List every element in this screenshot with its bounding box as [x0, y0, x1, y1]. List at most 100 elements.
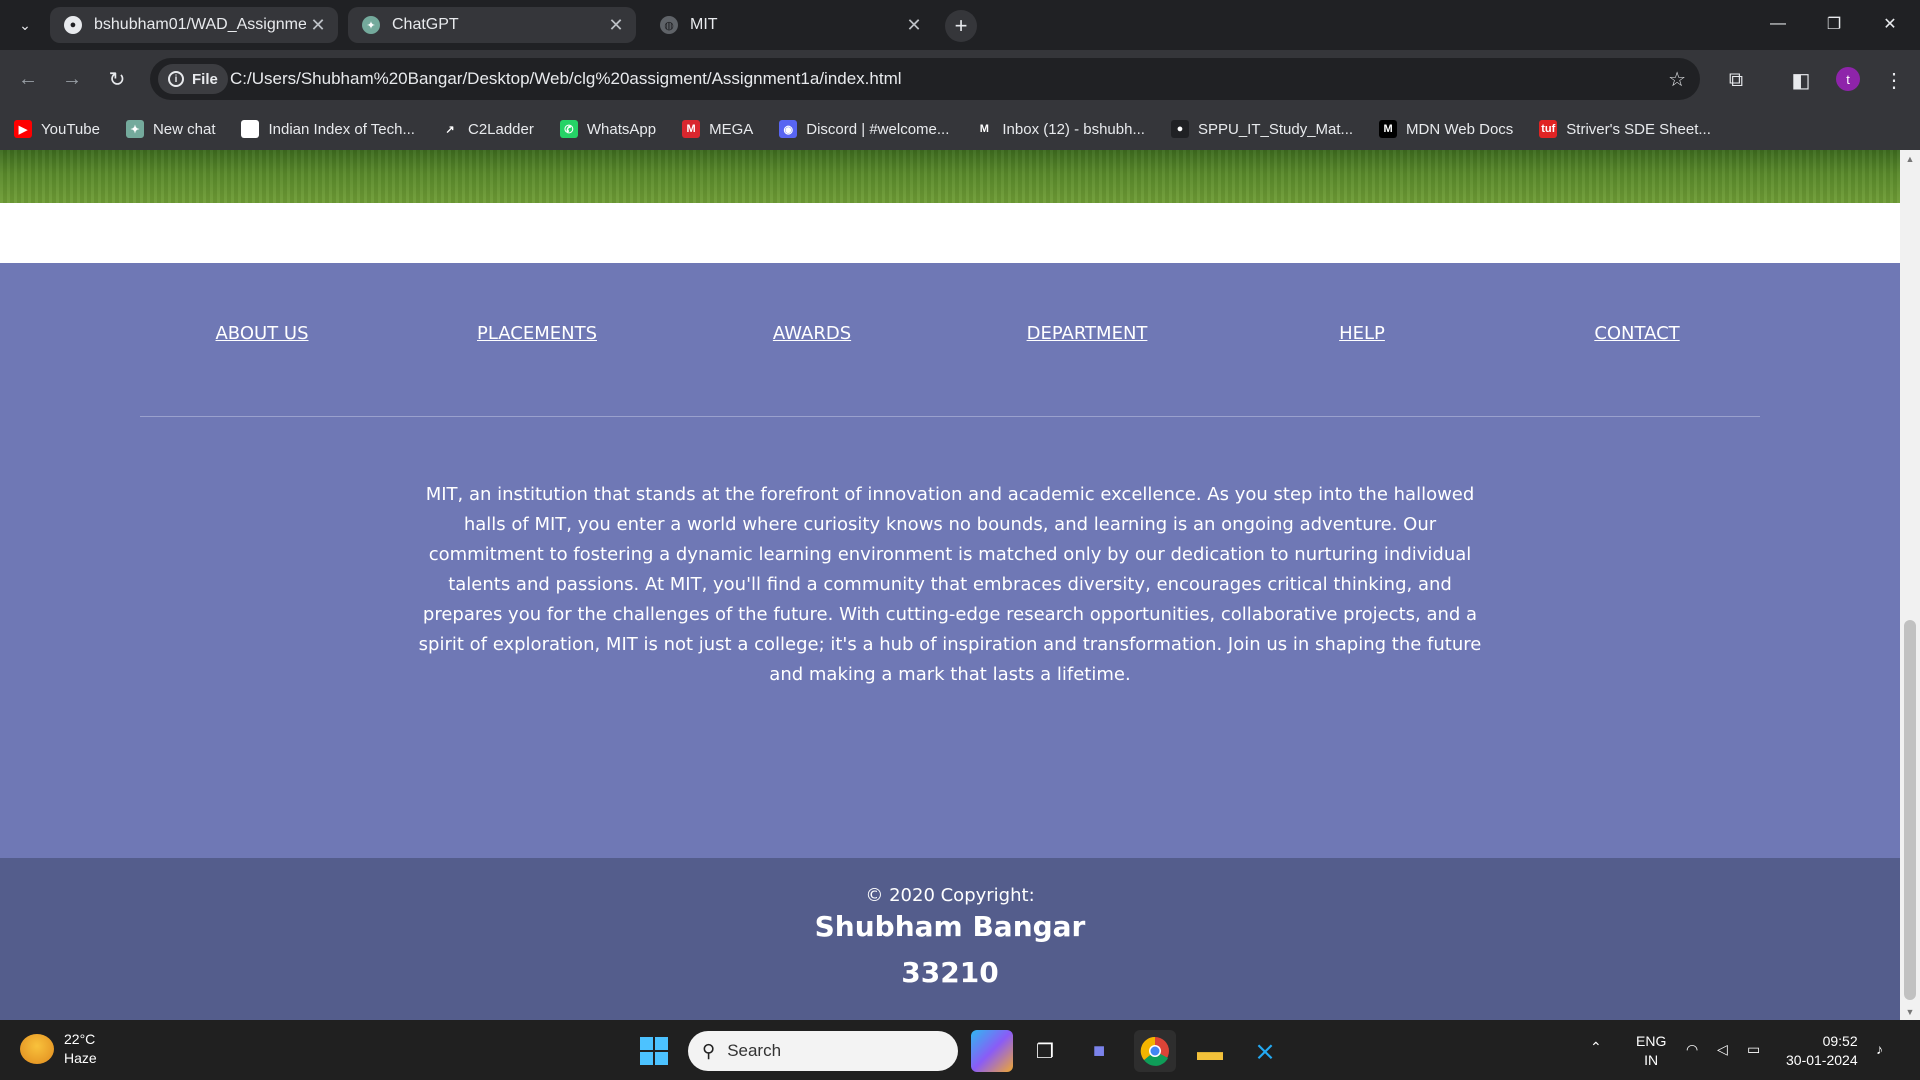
bookmark-item[interactable]: ▶ YouTube	[14, 120, 100, 138]
bookmark-label: SPPU_IT_Study_Mat...	[1197, 120, 1354, 138]
language-indicator[interactable]: ENG IN	[1636, 1032, 1666, 1070]
windows-taskbar: 22°C Haze ⚲ Search ❐ ■ ▬ ⨯ ⌃ ENG IN ◠ ◁ …	[0, 1020, 1920, 1080]
bookmarks-bar: ▶ YouTube ✦ New chat ▪ Indian Index of Tech..…	[0, 108, 1920, 150]
address-bar[interactable]: i File C:/Users/Shubham%20Bangar/Desktop…	[150, 58, 1700, 100]
notification-bell-icon[interactable]: ♪	[1876, 1040, 1883, 1059]
menu-dots-icon[interactable]: ⋮	[1880, 66, 1908, 94]
bookmark-favicon-icon: ✆	[559, 120, 578, 138]
github-icon: ●	[64, 16, 82, 34]
footer-divider	[140, 416, 1760, 417]
bookmark-item[interactable]: ✦ New chat	[125, 120, 216, 138]
bookmark-favicon-icon: tuf	[1539, 120, 1558, 138]
bookmark-label: WhatsApp	[586, 120, 657, 138]
windows-start-icon[interactable]	[633, 1030, 675, 1072]
tab-search-chevron-icon[interactable]: ⌄	[10, 10, 40, 40]
close-window-icon[interactable]: ✕	[1862, 0, 1918, 48]
copyright-text: © 2020 Copyright:	[865, 885, 1035, 906]
clock[interactable]: 09:52 30-01-2024	[1786, 1032, 1858, 1070]
copilot-icon[interactable]	[971, 1030, 1013, 1072]
scrollbar-thumb[interactable]	[1904, 620, 1916, 1000]
url-text[interactable]: C:/Users/Shubham%20Bangar/Desktop/Web/cl…	[230, 69, 902, 89]
bookmark-item[interactable]: tuf Striver's SDE Sheet...	[1539, 120, 1711, 138]
bookmark-item[interactable]: M MDN Web Docs	[1379, 120, 1513, 138]
globe-icon: ◍	[660, 16, 678, 34]
footer-nav: ABOUT US PLACEMENTS AWARDS DEPARTMENT HE…	[0, 323, 1900, 363]
clock-time: 09:52	[1822, 1033, 1858, 1049]
reload-icon[interactable]: ↻	[101, 63, 133, 95]
bookmark-label: Discord | #welcome...	[806, 120, 950, 138]
copyright-section: © 2020 Copyright: Shubham Bangar 33210	[0, 858, 1900, 1020]
back-icon[interactable]: ←	[12, 63, 44, 95]
scroll-up-arrow-icon[interactable]: ▲	[1900, 150, 1920, 167]
file-explorer-icon[interactable]: ▬	[1189, 1030, 1231, 1072]
nav-link-about-us[interactable]: ABOUT US	[215, 323, 308, 344]
tab-title: bshubham01/WAD_Assignment	[94, 16, 306, 33]
bookmark-favicon-icon: M	[975, 120, 994, 138]
extensions-icon[interactable]: ⧉	[1722, 66, 1750, 94]
bookmark-item[interactable]: ▪ Indian Index of Tech...	[241, 120, 415, 138]
bookmark-label: MDN Web Docs	[1406, 120, 1514, 138]
bookmark-label: YouTube	[41, 120, 100, 138]
bookmark-item[interactable]: M Inbox (12) - bshubh...	[975, 120, 1145, 138]
hero-image	[0, 150, 1900, 203]
weather-condition: Haze	[64, 1050, 97, 1066]
bookmark-star-icon[interactable]: ☆	[1668, 67, 1686, 92]
taskbar-search[interactable]: ⚲ Search	[688, 1031, 958, 1071]
restore-icon[interactable]: ❐	[1806, 0, 1862, 48]
chatgpt-icon: ✦	[362, 16, 380, 34]
bookmark-favicon-icon: ◉	[779, 120, 798, 138]
bookmark-item[interactable]: ✆ WhatsApp	[559, 120, 657, 138]
tab-chatgpt[interactable]: ✦ ChatGPT ✕	[348, 7, 636, 43]
tray-chevron-up-icon[interactable]: ⌃	[1590, 1038, 1602, 1057]
tab-title: MIT	[690, 16, 718, 33]
about-paragraph: MIT, an institution that stands at the f…	[418, 484, 1482, 685]
tab-strip: ⌄ ● bshubham01/WAD_Assignment ✕ ✦ ChatGP…	[0, 0, 1920, 50]
nav-link-placements[interactable]: PLACEMENTS	[477, 323, 597, 344]
weather-widget[interactable]: 22°C Haze	[20, 1030, 97, 1068]
site-info-chip[interactable]: i File	[158, 64, 228, 94]
bookmark-favicon-icon: ▶	[14, 120, 32, 138]
bookmark-item[interactable]: ● SPPU_IT_Study_Mat...	[1170, 120, 1354, 138]
task-view-icon[interactable]: ❐	[1024, 1030, 1066, 1072]
nav-link-department[interactable]: DEPARTMENT	[1027, 323, 1148, 344]
footer: ABOUT US PLACEMENTS AWARDS DEPARTMENT HE…	[0, 263, 1900, 858]
roll-number: 33210	[901, 956, 999, 989]
browser-toolbar: ← → ↻ i File C:/Users/Shubham%20Bangar/D…	[0, 50, 1920, 108]
chrome-icon[interactable]	[1134, 1030, 1176, 1072]
tab-github[interactable]: ● bshubham01/WAD_Assignment ✕	[50, 7, 338, 43]
info-icon: i	[168, 71, 184, 87]
vertical-scrollbar[interactable]: ▲ ▼	[1900, 150, 1920, 1020]
bookmark-label: New chat	[152, 120, 216, 138]
bookmark-item[interactable]: ↗ C2Ladder	[440, 120, 534, 138]
bookmark-item[interactable]: M MEGA	[682, 120, 753, 138]
bookmark-label: C2Ladder	[467, 120, 534, 138]
vscode-icon[interactable]: ⨯	[1244, 1030, 1286, 1072]
close-icon[interactable]: ✕	[306, 13, 330, 37]
tab-mit[interactable]: ◍ MIT ✕	[646, 7, 934, 43]
bookmark-favicon-icon: ●	[1170, 120, 1189, 138]
teams-chat-icon[interactable]: ■	[1078, 1030, 1120, 1072]
new-tab-button[interactable]: +	[945, 10, 977, 42]
nav-link-help[interactable]: HELP	[1339, 323, 1385, 344]
bookmark-favicon-icon: ↗	[440, 120, 459, 138]
nav-link-awards[interactable]: AWARDS	[773, 323, 851, 344]
clock-date: 30-01-2024	[1786, 1052, 1858, 1068]
side-panel-icon[interactable]: ◧	[1787, 66, 1815, 94]
minimize-icon[interactable]: —	[1750, 0, 1806, 48]
forward-icon[interactable]: →	[56, 63, 88, 95]
profile-avatar[interactable]: t	[1836, 67, 1860, 91]
scroll-down-arrow-icon[interactable]: ▼	[1900, 1003, 1920, 1020]
bookmark-item[interactable]: ◉ Discord | #welcome...	[779, 120, 949, 138]
wifi-icon[interactable]: ◠	[1686, 1040, 1698, 1059]
volume-icon[interactable]: ◁	[1717, 1040, 1728, 1059]
author-name: Shubham Bangar	[814, 910, 1086, 943]
close-icon[interactable]: ✕	[604, 13, 628, 37]
bookmark-favicon-icon: M	[682, 120, 701, 138]
language-line1: ENG	[1636, 1033, 1667, 1049]
tab-title: ChatGPT	[392, 16, 459, 33]
bookmark-favicon-icon: M	[1379, 120, 1398, 138]
taskbar-search-label: Search	[727, 1041, 782, 1060]
close-icon[interactable]: ✕	[902, 13, 926, 37]
battery-icon[interactable]: ▭	[1747, 1040, 1760, 1059]
nav-link-contact[interactable]: CONTACT	[1594, 323, 1679, 344]
